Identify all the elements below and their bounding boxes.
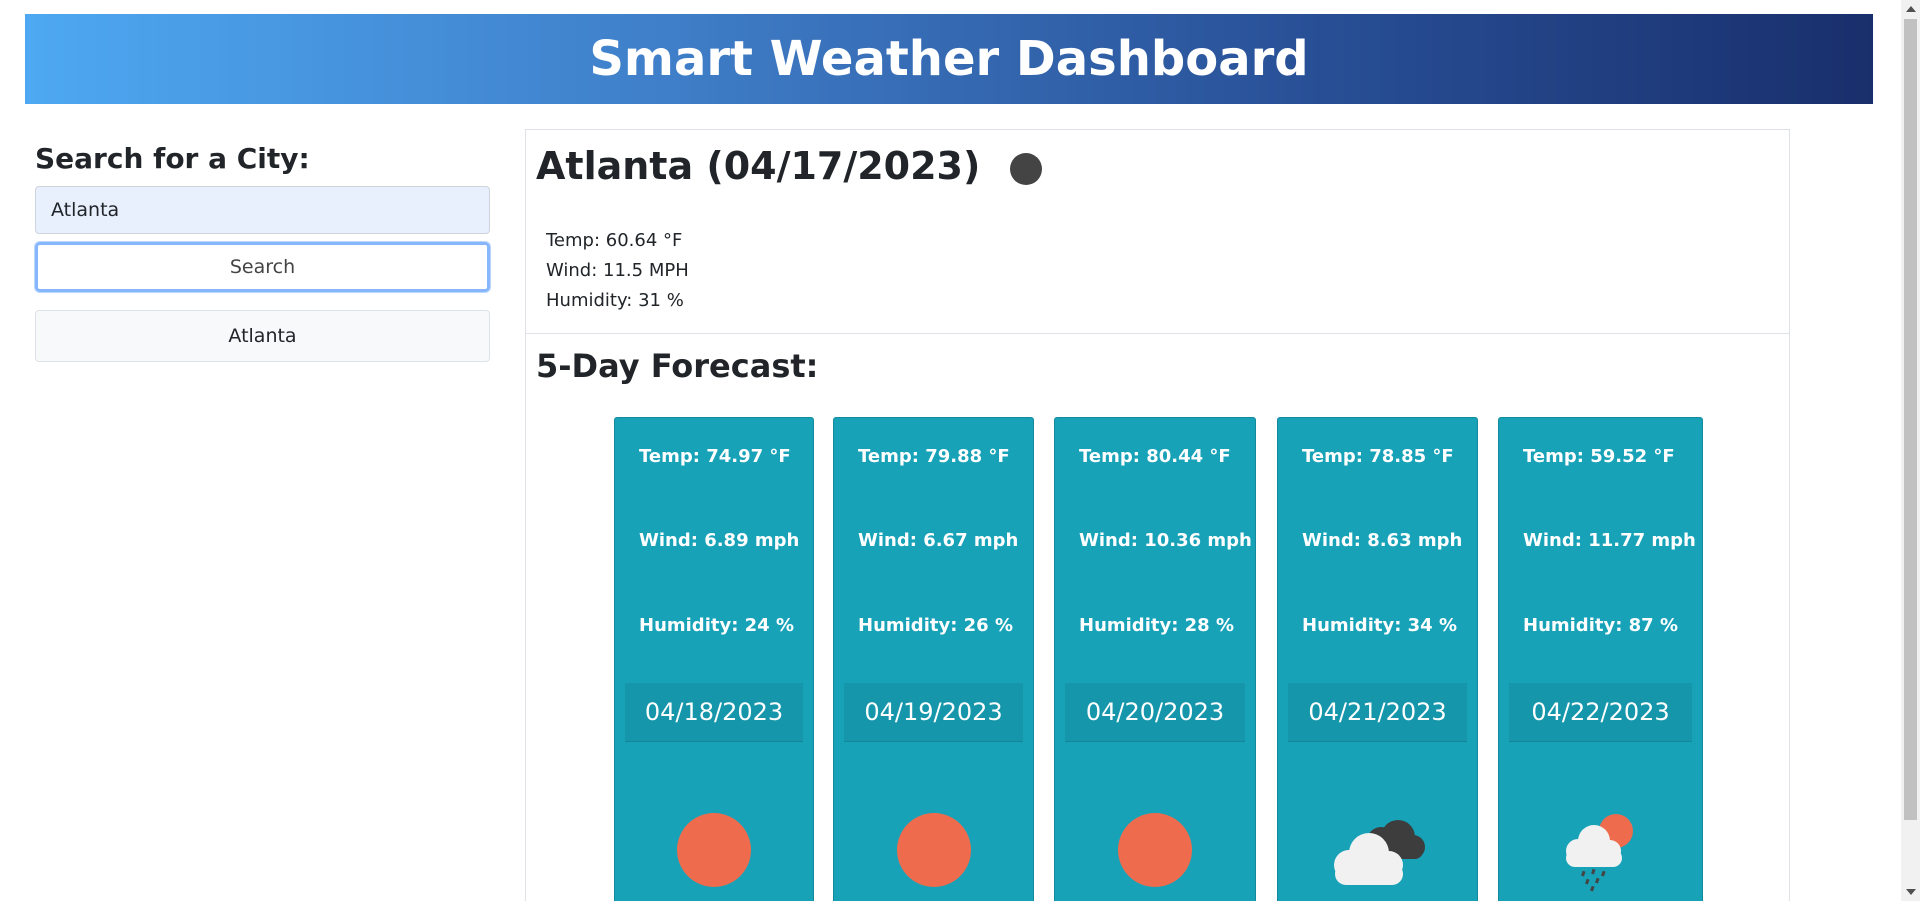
forecast-wind: Wind: 6.89 mph: [639, 530, 800, 551]
current-wind: Wind: 11.5 MPH: [546, 260, 689, 281]
current-title-row: Atlanta (04/17/2023): [536, 144, 1043, 188]
sidebar: Search for a City: Search Atlanta: [35, 140, 490, 362]
scroll-down-arrow-icon[interactable]: [1906, 889, 1916, 895]
current-city-title: Atlanta (04/17/2023): [536, 144, 981, 188]
forecast-temp: Temp: 59.52 °F: [1523, 446, 1675, 467]
forecast-wind: Wind: 11.77 mph: [1523, 530, 1696, 551]
current-humidity: Humidity: 31 %: [546, 290, 684, 311]
forecast-temp: Temp: 80.44 °F: [1079, 446, 1231, 467]
forecast-wind: Wind: 6.67 mph: [858, 530, 1019, 551]
page-title: Smart Weather Dashboard: [589, 31, 1309, 87]
forecast-date: 04/20/2023: [1065, 683, 1245, 742]
current-weather-panel: Atlanta (04/17/2023) Temp: 60.64 °F Wind…: [525, 129, 1790, 334]
search-heading: Search for a City:: [35, 142, 310, 175]
forecast-icon-wrap: [615, 813, 813, 893]
forecast-heading: 5-Day Forecast:: [536, 347, 819, 385]
forecast-card: Temp: 79.88 °F Wind: 6.67 mph Humidity: …: [833, 417, 1034, 901]
forecast-icon-wrap: [1055, 813, 1255, 893]
forecast-panel: 5-Day Forecast: Temp: 74.97 °F Wind: 6.8…: [525, 333, 1790, 901]
forecast-humidity: Humidity: 28 %: [1079, 615, 1235, 636]
forecast-icon-wrap: [1499, 813, 1702, 893]
forecast-humidity: Humidity: 24 %: [639, 615, 795, 636]
page: Smart Weather Dashboard Search for a Cit…: [0, 0, 1920, 901]
scroll-thumb[interactable]: [1904, 19, 1917, 820]
forecast-date: 04/22/2023: [1509, 683, 1692, 742]
clouds-icon: [1333, 820, 1425, 885]
current-details: Temp: 60.64 °F Wind: 11.5 MPH Humidity: …: [546, 226, 689, 316]
scroll-up-arrow-icon[interactable]: [1906, 6, 1916, 12]
forecast-humidity: Humidity: 34 %: [1302, 615, 1458, 636]
rain-sun-cloud-icon: [1565, 814, 1633, 892]
header-banner: Smart Weather Dashboard: [25, 14, 1873, 104]
forecast-wind: Wind: 8.63 mph: [1302, 530, 1463, 551]
forecast-card: Temp: 74.97 °F Wind: 6.89 mph Humidity: …: [614, 417, 814, 901]
sun-icon: [677, 813, 751, 887]
forecast-humidity: Humidity: 26 %: [858, 615, 1014, 636]
forecast-wind: Wind: 10.36 mph: [1079, 530, 1252, 551]
forecast-date: 04/19/2023: [844, 683, 1023, 742]
forecast-icon-wrap: [834, 813, 1033, 893]
dark-circle-icon: [1010, 153, 1043, 185]
forecast-date: 04/21/2023: [1288, 683, 1467, 742]
forecast-card: Temp: 59.52 °F Wind: 11.77 mph Humidity:…: [1498, 417, 1703, 901]
forecast-card: Temp: 78.85 °F Wind: 8.63 mph Humidity: …: [1277, 417, 1478, 901]
current-temp: Temp: 60.64 °F: [546, 230, 683, 251]
forecast-temp: Temp: 74.97 °F: [639, 446, 791, 467]
vertical-scrollbar[interactable]: [1901, 0, 1920, 901]
forecast-humidity: Humidity: 87 %: [1523, 615, 1679, 636]
forecast-date: 04/18/2023: [625, 683, 803, 742]
history-item-atlanta[interactable]: Atlanta: [35, 310, 490, 362]
sun-icon: [896, 813, 971, 887]
forecast-card: Temp: 80.44 °F Wind: 10.36 mph Humidity:…: [1054, 417, 1256, 901]
sun-icon: [1118, 813, 1192, 887]
forecast-icon-wrap: [1278, 813, 1477, 893]
city-search-input[interactable]: [35, 186, 490, 234]
forecast-temp: Temp: 78.85 °F: [1302, 446, 1454, 467]
search-button[interactable]: Search: [35, 242, 490, 292]
forecast-temp: Temp: 79.88 °F: [858, 446, 1010, 467]
